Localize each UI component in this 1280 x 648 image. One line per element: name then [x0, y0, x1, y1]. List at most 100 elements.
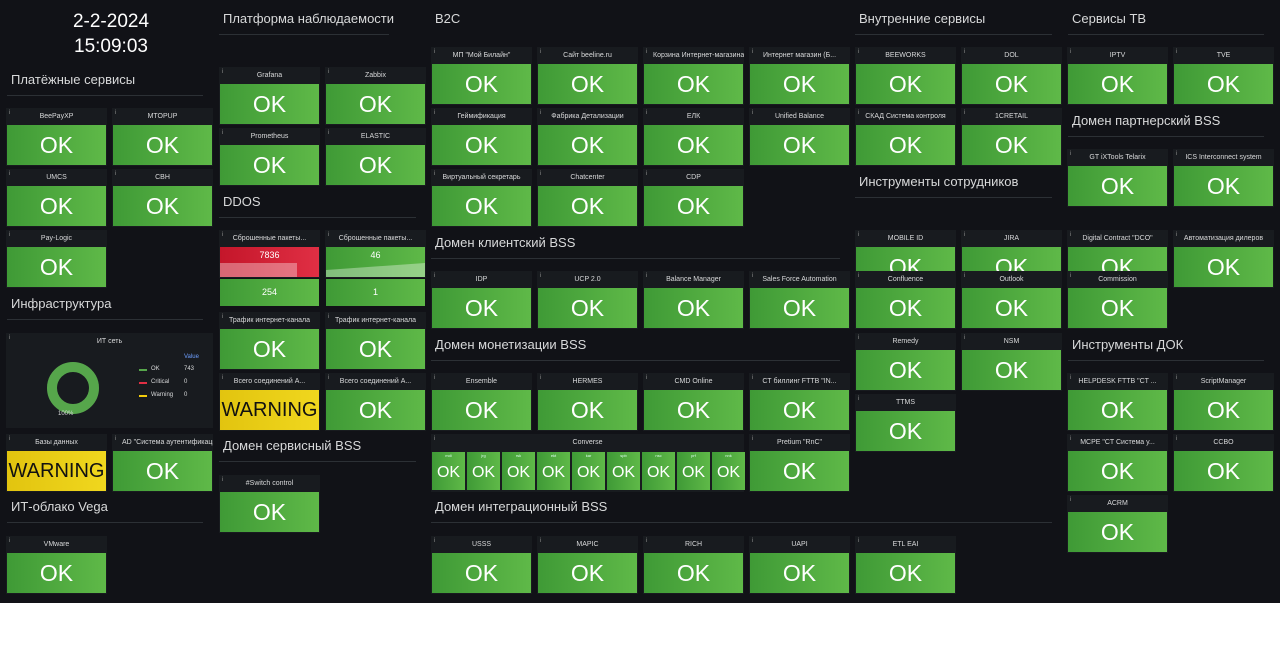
status-tile-chatcenter[interactable]: i Chatcenter OK	[537, 169, 638, 227]
ddos-value-current: 46	[370, 250, 381, 260]
status-tile-switch-control[interactable]: i #Switch control OK	[219, 475, 320, 533]
status-tile-автоматизация-дилеров[interactable]: i Автоматизация дилеров OK	[1173, 230, 1274, 288]
status-tile-grafana[interactable]: i Grafana OK	[219, 67, 320, 125]
status-tile-всего-соединений-a[interactable]: i Всего соединений A... WARNING	[219, 373, 320, 431]
status-tile-мп-мой-билайн[interactable]: i МП "Мой Билайн" OK	[431, 47, 532, 105]
converse-stat-value: OK	[506, 464, 531, 481]
status-tile-iptv[interactable]: i IPTV OK	[1067, 47, 1168, 105]
status-tile-ics-interconnect-system[interactable]: i ICS Interconnect system OK	[1173, 149, 1274, 207]
status-tile-outlook[interactable]: i Outlook OK	[961, 271, 1062, 329]
status-tile-scriptmanager[interactable]: i ScriptManager OK	[1173, 373, 1274, 431]
status-tile-beeworks[interactable]: i BEEWORKS OK	[855, 47, 956, 105]
status-tile-интернет-магазин-б[interactable]: i Интернет магазин (Б... OK	[749, 47, 850, 105]
status-tile-cdp[interactable]: i CDP OK	[643, 169, 744, 227]
converse-stat-kar[interactable]: kar OK	[572, 452, 605, 490]
status-tile-pay-logic[interactable]: i Pay-Logic OK	[6, 230, 107, 288]
status-tile-cmd-online[interactable]: i CMD Online OK	[643, 373, 744, 431]
tile-status: OK	[1068, 166, 1167, 206]
tile-title: MOBILE ID	[887, 235, 924, 242]
converse-stat-prf[interactable]: prf OK	[677, 452, 710, 490]
status-tile-ttms[interactable]: i TTMS OK	[855, 394, 956, 452]
status-tile-idp[interactable]: i IDP OK	[431, 271, 532, 329]
tile-title: 1CRETAIL	[995, 113, 1028, 120]
status-tile-геймификация[interactable]: i Геймификация OK	[431, 108, 532, 166]
tile-status: OK	[7, 553, 106, 593]
status-tile-vmware[interactable]: i VMware OK	[6, 536, 107, 594]
tile-title: BEEWORKS	[885, 52, 926, 59]
converse-stat-mdi[interactable]: mdi OK	[432, 452, 465, 490]
legend-name: Critical	[151, 379, 170, 385]
status-tile-usss[interactable]: i USSS OK	[431, 536, 532, 594]
status-tile-balance-manager[interactable]: i Balance Manager OK	[643, 271, 744, 329]
status-tile-mapic[interactable]: i MAPIC OK	[537, 536, 638, 594]
converse-stat-ekt[interactable]: ekt OK	[537, 452, 570, 490]
donut-slice-ok	[47, 362, 99, 414]
status-tile-beepayxp[interactable]: i BeePayXP OK	[6, 108, 107, 166]
status-tile-ucp-2-0[interactable]: i UCP 2.0 OK	[537, 271, 638, 329]
status-tile-commission[interactable]: i Commission OK	[1067, 271, 1168, 329]
status-tile-ст-биллинг-fttb-in[interactable]: i СТ биллинг FTTB "IN... OK	[749, 373, 850, 431]
status-tile-sales-force-automation[interactable]: i Sales Force Automation OK	[749, 271, 850, 329]
status-tile-ensemble[interactable]: i Ensemble OK	[431, 373, 532, 431]
status-tile-pretium-rnc[interactable]: i Pretium "RnC" OK	[749, 434, 850, 492]
tile-status: OK	[750, 553, 849, 593]
status-tile-mtopup[interactable]: i MTOPUP OK	[112, 108, 213, 166]
status-tile-rich[interactable]: i RICH OK	[643, 536, 744, 594]
status-tile-hermes[interactable]: i HERMES OK	[537, 373, 638, 431]
tile-status: OK	[644, 553, 743, 593]
ddos-panel-1[interactable]: i Сброшенные пакеты... 7836	[219, 230, 320, 278]
status-tile-confluence[interactable]: i Confluence OK	[855, 271, 956, 329]
tile-title: ScriptManager	[1200, 378, 1247, 385]
status-tile-елк[interactable]: i ЕЛК OK	[643, 108, 744, 166]
status-tile-etl-eai[interactable]: i ETL EAI OK	[855, 536, 956, 594]
status-tile-1cretail[interactable]: i 1CRETAIL OK	[961, 108, 1062, 166]
tile-status: OK	[220, 492, 319, 532]
status-tile-mcpe-ct-система-у[interactable]: i MCPE "CT Система у... OK	[1067, 434, 1168, 492]
status-tile-uapi[interactable]: i UAPI OK	[749, 536, 850, 594]
ddos-panel-2[interactable]: i Сброшенные пакеты... 46	[325, 230, 426, 278]
status-tile-helpdesk-fttb-ct[interactable]: i HELPDESK FTTB "CT ... OK	[1067, 373, 1168, 431]
status-tile-трафик-интернет-канала[interactable]: i Трафик интернет-канала OK	[219, 312, 320, 370]
status-tile-gt-ixtools-telarix[interactable]: i GT iXTools Telarix OK	[1067, 149, 1168, 207]
status-tile-umcs[interactable]: i UMCS OK	[6, 169, 107, 227]
status-tile-remedy[interactable]: i Remedy OK	[855, 333, 956, 391]
status-tile-базы-данных[interactable]: i Базы данных WARNING	[6, 434, 107, 492]
status-tile-трафик-интернет-канала[interactable]: i Трафик интернет-канала OK	[325, 312, 426, 370]
converse-stat-nnk[interactable]: nnk OK	[712, 452, 745, 490]
status-tile-ccbo[interactable]: i CCBO OK	[1173, 434, 1274, 492]
converse-stat-jrg[interactable]: jrg OK	[467, 452, 500, 490]
tile-status: OK	[750, 125, 849, 165]
tile-status: OK	[962, 64, 1061, 104]
converse-stat-spb[interactable]: spb OK	[607, 452, 640, 490]
status-tile-nsm[interactable]: i NSM OK	[961, 333, 1062, 391]
tile-status: OK	[113, 125, 212, 165]
status-tile-ad-система-аутентификации[interactable]: i AD "Система аутентификации" OK	[112, 434, 213, 492]
status-tile-скад-система-контроля[interactable]: i СКАД Система контроля OK	[855, 108, 956, 166]
status-tile-всего-соединений-a[interactable]: i Всего соединений A... OK	[325, 373, 426, 431]
tile-status: OK	[856, 288, 955, 328]
status-tile-dol[interactable]: i DOL OK	[961, 47, 1062, 105]
status-tile-elastic[interactable]: i ELASTIC OK	[325, 128, 426, 186]
tile-title: NSM	[1003, 338, 1020, 345]
converse-stat-nsc[interactable]: nsc OK	[642, 452, 675, 490]
tile-title: Balance Manager	[666, 276, 721, 283]
tile-title: МП "Мой Билайн"	[452, 52, 511, 59]
tile-status: OK	[538, 125, 637, 165]
status-tile-prometheus[interactable]: i Prometheus OK	[219, 128, 320, 186]
legend-name: Warning	[151, 392, 174, 398]
tile-title: Unified Balance	[774, 113, 825, 120]
status-tile-zabbix[interactable]: i Zabbix OK	[325, 67, 426, 125]
section-title-obs: Платформа наблюдаемости	[223, 11, 395, 26]
status-tile-виртуальный-секретарь[interactable]: i Виртуальный секретарь OK	[431, 169, 532, 227]
status-tile-фабрика-детализации[interactable]: i Фабрика Детализации OK	[537, 108, 638, 166]
status-tile-корзина-интернет-магазина[interactable]: i Корзина Интернет-магазина OK	[643, 47, 744, 105]
section-title-monet-bss: Домен монетизации BSS	[435, 337, 587, 352]
status-tile-tve[interactable]: i TVE OK	[1173, 47, 1274, 105]
status-tile-cbh[interactable]: i CBH OK	[112, 169, 213, 227]
status-tile-unified-balance[interactable]: i Unified Balance OK	[749, 108, 850, 166]
converse-stat-rsk[interactable]: rsk OK	[502, 452, 535, 490]
status-tile-acrm[interactable]: i ACRM OK	[1067, 495, 1168, 553]
section-divider	[7, 522, 203, 523]
it-network-panel[interactable]: i ИТ сеть 100% Value OK 743 Critical 0 Warning 0	[6, 333, 213, 428]
status-tile-сайт-beeline-ru[interactable]: i Сайт beeline.ru OK	[537, 47, 638, 105]
